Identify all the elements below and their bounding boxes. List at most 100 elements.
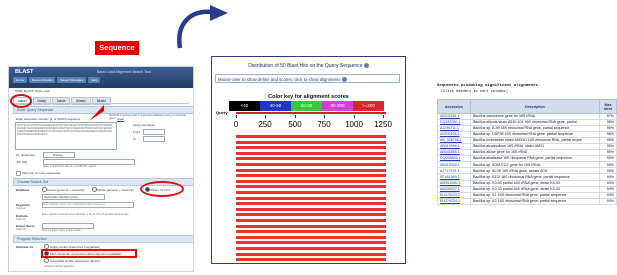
tick-label-1000: 1000 [345,120,363,129]
key-segment-40-50: 40-50 [260,101,291,111]
curved-arrow-icon [177,5,228,49]
hit-bar[interactable] [236,252,386,256]
hit-bar[interactable] [236,174,386,178]
sequence-text: ACCCCCCCACCCCCACCCCACGAGCGACGCCGCCAACGTG… [17,124,113,136]
hit-bar[interactable] [236,185,386,189]
from-label: From [133,130,140,134]
program-selection-section: Program Selection [13,235,193,243]
description-link[interactable]: Bacillus krulwichiae strain AM31D 16S ri… [470,137,600,145]
graph-info-bar: Mouse-over to show define and scores, cl… [215,74,400,83]
color-key-title: Color key for alignment scores [268,94,349,100]
organism-input[interactable]: Enter organism name or id--completions w… [42,202,134,208]
to-label: To [133,137,137,141]
accession-link[interactable]: EU379224.1 [437,197,471,205]
entrez-hint: Enter an Entrez query to limit search [42,229,81,232]
axis-tick [383,115,384,118]
axis-tick [354,115,355,118]
graph-title-text: Distribution of 50 Blast Hits on the Que… [248,63,363,69]
axis-tick [265,115,266,118]
accession-label: Enter accession number, gi, or FASTA seq… [16,117,81,121]
organism-optional: Optional [16,207,26,210]
hit-bar[interactable] [236,230,386,234]
key-segment-50-80: 50-80 [291,101,322,111]
entrez-optional: Optional [16,228,26,231]
hit-bar[interactable] [236,151,386,155]
to-input[interactable] [143,136,165,142]
callout-pointer-icon [89,105,104,121]
highlight-discontiguous-option [41,249,137,258]
query-bar [236,112,386,114]
col-description[interactable]: Description [470,99,600,114]
nav-saved-strategies[interactable]: Saved Strategies [57,77,87,83]
database-label: Database [16,188,30,192]
from-input[interactable] [143,129,165,135]
results-subtitle: (Click headers to sort columns) [441,90,508,94]
breadcrumb[interactable]: NCBI/ BLAST/ blastn suite [15,89,50,93]
hit-bar[interactable] [236,179,386,183]
opt-radio-blastn[interactable] [44,258,49,263]
job-title-hint: Enter a descriptive title for your BLAST… [43,165,97,168]
key-segment-ge200: >=200 [353,101,384,111]
tick-label-1250: 1250 [374,120,392,129]
highlight-others-option [140,181,184,197]
nav-recent-results[interactable]: Recent Results [29,77,56,83]
hit-distribution-panel: Distribution of 50 Blast Hits on the Que… [211,56,406,264]
hit-bar[interactable] [236,140,386,144]
col-accession[interactable]: Accession [437,99,471,114]
hit-bar[interactable] [236,202,386,206]
hit-bar[interactable] [236,235,386,239]
blast-logo: BLAST [15,69,34,75]
nav-home[interactable]: Home [13,77,28,83]
blast-form-screenshot: BLAST Basic Local Alignment Search Tool … [8,66,194,272]
blast-header: BLAST Basic Local Alignment Search Tool … [9,67,193,88]
axis-tick [324,115,325,118]
hit-bar[interactable] [236,241,386,245]
graph-title: Distribution of 50 Blast Hits on the Que… [212,63,405,69]
key-segment-lt40: <40 [229,101,260,111]
highlight-blastn-tab [10,94,32,108]
hit-bar[interactable] [236,213,386,217]
clear-link[interactable]: Clear [117,117,124,121]
sequence-callout: Sequence [95,41,139,55]
col-max-ident[interactable]: Max ident [599,99,617,114]
hit-bar[interactable] [236,247,386,250]
database-select[interactable]: Nucleotide collection (nr/nt) [42,194,105,200]
table-row[interactable]: EU379224.1 Bacillus sp. X2 16S ribosomal … [437,197,617,205]
hit-bar[interactable] [236,258,386,262]
hit-bar[interactable] [236,224,386,228]
nav-help[interactable]: Help [88,77,101,83]
opt-hint: Choose a BLAST algorithm [44,265,75,268]
hit-bar[interactable] [236,135,386,138]
tick-label-750: 750 [317,120,331,129]
results-title: Sequences producing significant alignmen… [437,84,541,88]
query-label: Query [216,110,228,115]
hit-bar[interactable] [236,146,386,150]
hit-bar[interactable] [236,207,386,211]
blast-tagline: Basic Local Alignment Search Tool [97,70,151,74]
opt-option-blastn: Somewhat similar sequences (blastn) [50,259,100,263]
exclude-hint: Enter organism common name, binomial, or… [42,213,130,216]
upload-label: Or, upload file [16,153,35,157]
db-option-human: Human genomic + transcript [47,188,85,192]
help-icon[interactable] [363,63,369,69]
tick-label-0: 0 [233,120,239,129]
browse-button[interactable]: Browse... [43,152,75,158]
key-segment-80-200: 80-200 [322,101,353,111]
align-two-checkbox[interactable] [16,171,21,176]
hit-bar[interactable] [236,168,386,172]
graph-info-text: Mouse-over to show define and scores, cl… [218,77,341,82]
hit-bar[interactable] [236,157,386,161]
db-option-mouse: Mouse genomic + transcript [97,188,134,192]
tick-label-250: 250 [258,120,272,129]
help-icon[interactable] [341,77,347,83]
optimize-label: Optimize for [16,245,34,249]
hit-bar[interactable] [236,163,386,166]
results-table: Accession Description Max ident AB042061… [437,99,617,205]
description-link[interactable]: Bacillus sp. X2 16S ribosomal RNA gene, … [470,197,600,205]
hit-bar[interactable] [236,196,386,200]
axis-tick [295,115,296,118]
hit-bar[interactable] [236,191,386,194]
exclude-optional: Optional [16,218,26,221]
hit-bar[interactable] [236,219,386,222]
max-ident-value: 94% [599,197,617,205]
